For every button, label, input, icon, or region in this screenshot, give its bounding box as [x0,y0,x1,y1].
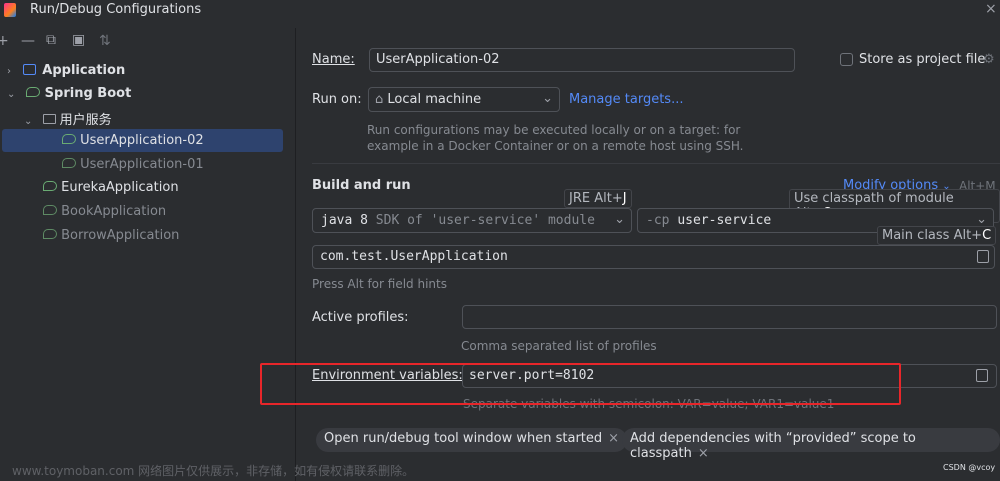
tree-item-user-application-01[interactable]: UserApplication-01 [62,157,204,172]
edit-environment-variables-icon[interactable] [976,369,988,382]
run-on-label: Run on: [312,92,362,107]
browse-class-icon[interactable] [977,250,989,263]
store-as-project-file-label: Store as project file [859,52,986,67]
sort-icon[interactable]: ⇅ [99,33,111,49]
home-icon: ⌂ [375,92,384,107]
build-and-run-heading: Build and run [312,178,411,193]
main-class-shortcut-tooltip: Main class Alt+C [877,226,997,245]
run-on-select[interactable]: ⌂ Local machine ⌄ [368,87,560,112]
tree-item-borrow-application[interactable]: BorrowApplication [43,228,179,243]
tree-item-eureka-application[interactable]: EurekaApplication [43,180,179,195]
copy-icon[interactable]: ⧉ [46,32,56,48]
chevron-down-icon: ⌄ [542,91,553,106]
chevron-down-icon: ⌄ [7,89,16,100]
name-input[interactable]: UserApplication-02 [369,48,795,72]
tree-item-application[interactable]: › Application [7,63,125,78]
new-folder-icon[interactable]: ▣ [72,32,85,48]
jre-select[interactable]: java 8 SDK of 'user-service' module ⌄ [312,208,632,233]
gear-icon[interactable]: ⚙ [983,52,995,67]
run-on-hint-line-1: Run configurations may be executed local… [367,123,741,137]
run-on-hint-line-2: example in a Docker Container or on a re… [367,139,744,153]
main-class-input[interactable]: com.test.UserApplication [312,245,995,269]
add-icon[interactable]: + [0,33,9,49]
close-icon[interactable]: × [985,1,997,17]
manage-targets-link[interactable]: Manage targets... [569,92,683,107]
option-pill-open-tool-window[interactable]: Open run/debug tool window when started × [316,428,628,452]
store-as-project-file-checkbox[interactable] [840,53,853,66]
active-profiles-label: Active profiles: [312,310,409,325]
highlight-annotation-box [260,363,901,405]
chevron-down-icon: ⌄ [976,212,987,227]
window-title: Run/Debug Configurations [30,2,202,17]
active-profiles-hint: Comma separated list of profiles [461,339,657,353]
option-pill-provided-scope[interactable]: Add dependencies with “provided” scope t… [622,428,1000,461]
spring-boot-icon [62,134,76,144]
watermark-text: www.toymoban.com 网络图片仅供展示，非存储，如有侵权请联系删除。 [12,464,415,478]
name-label: Name: [312,52,355,67]
spring-boot-icon [43,229,57,239]
chevron-down-icon: ⌄ [24,116,33,127]
remove-option-icon[interactable]: × [608,431,619,446]
remove-option-icon[interactable]: × [698,446,709,461]
tree-item-user-application-02[interactable]: UserApplication-02 [62,133,204,148]
intellij-logo-icon [4,3,16,17]
spring-boot-icon [43,205,57,215]
tree-item-spring-boot[interactable]: ⌄ Spring Boot [7,86,131,101]
csdn-credit: CSDN @vcoy [943,463,996,472]
spring-boot-icon [43,181,57,191]
spring-boot-icon [25,87,40,97]
remove-icon[interactable]: — [21,33,35,49]
chevron-down-icon: ⌄ [614,212,625,227]
tree-item-folder-group[interactable]: ⌄ 用户服务 [24,109,112,128]
jre-shortcut-tooltip: JRE Alt+J [564,189,632,208]
active-profiles-input[interactable] [462,305,997,329]
title-bar: Run/Debug Configurations × [0,0,1000,22]
folder-icon [42,114,56,124]
tree-item-book-application[interactable]: BookApplication [43,204,166,219]
divider [312,163,1000,164]
application-icon [23,64,37,75]
field-hints-text: Press Alt for field hints [312,277,447,291]
chevron-right-icon: › [7,66,11,77]
spring-boot-icon [62,158,76,168]
